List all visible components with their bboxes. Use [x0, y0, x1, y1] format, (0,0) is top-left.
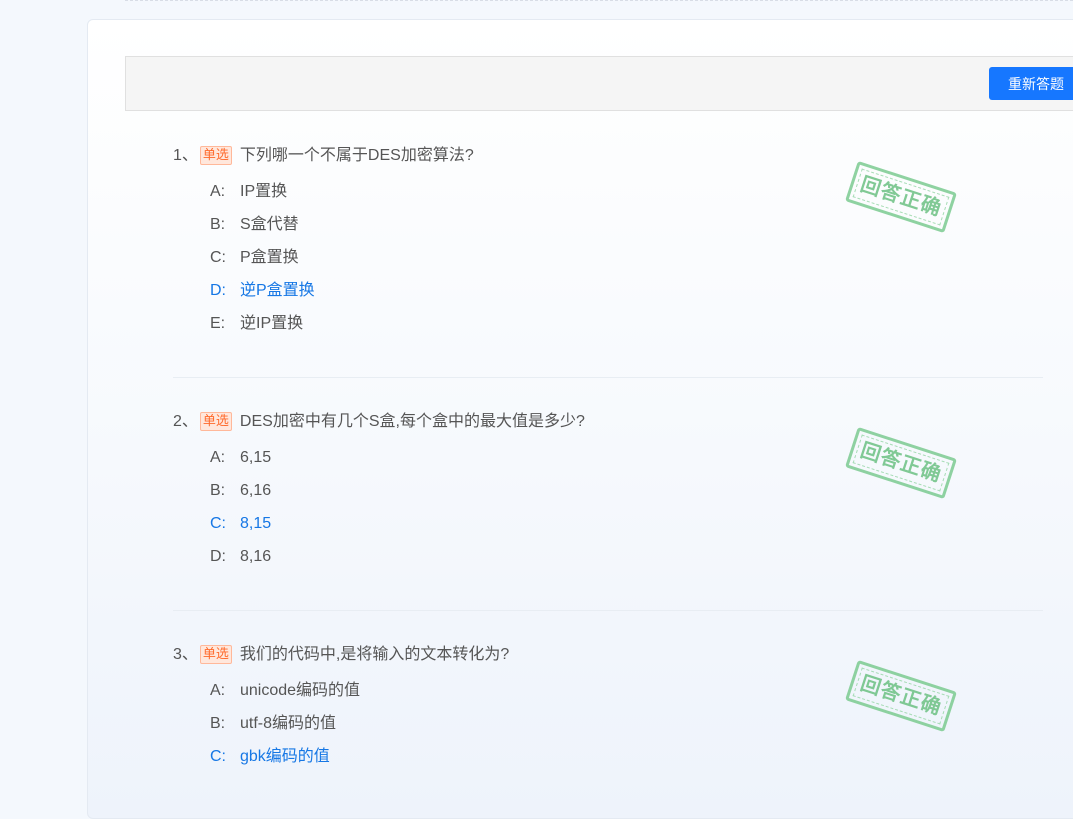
single-choice-tag: 单选: [199, 645, 232, 664]
option-text: 8,16: [240, 548, 272, 565]
option-letter: A:: [210, 682, 226, 699]
option-b[interactable]: B: 6,16: [210, 474, 271, 507]
option-letter: D:: [210, 282, 226, 299]
quiz-toolbar: [125, 56, 1073, 111]
redo-quiz-button[interactable]: 重新答题: [989, 67, 1073, 100]
option-d[interactable]: D: 8,16: [210, 540, 271, 573]
option-text: unicode编码的值: [240, 682, 361, 699]
option-text: 6,15: [240, 449, 272, 466]
question-divider: [173, 377, 1043, 378]
option-list: A: IP置换 B: S盒代替 C: P盒置换 D: 逆P盒置换 E: 逆IP置换: [210, 175, 315, 340]
question-title: 1、 单选 下列哪一个不属于DES加密算法?: [173, 145, 474, 167]
top-dashed-divider: [125, 0, 1073, 2]
option-text: 逆IP置换: [240, 315, 304, 332]
question-text: DES加密中有几个S盒,每个盒中的最大值是多少?: [239, 413, 585, 430]
question-number: 1、: [173, 147, 198, 164]
option-letter: B:: [210, 715, 226, 732]
option-e[interactable]: E: 逆IP置换: [210, 307, 315, 340]
question-divider: [173, 610, 1043, 611]
option-a[interactable]: A: unicode编码的值: [210, 674, 360, 707]
option-letter: C:: [210, 515, 226, 532]
question-number: 3、: [173, 646, 198, 663]
option-letter: B:: [210, 216, 226, 233]
option-c[interactable]: C: 8,15: [210, 507, 271, 540]
option-text: 逆P盒置换: [240, 282, 315, 299]
option-letter: A:: [210, 183, 226, 200]
option-letter: D:: [210, 548, 226, 565]
option-a[interactable]: A: IP置换: [210, 175, 315, 208]
option-c[interactable]: C: P盒置换: [210, 241, 315, 274]
option-text: 8,15: [240, 515, 272, 532]
question-text: 下列哪一个不属于DES加密算法?: [239, 147, 474, 164]
option-text: utf-8编码的值: [240, 715, 337, 732]
option-letter: A:: [210, 449, 226, 466]
option-d[interactable]: D: 逆P盒置换: [210, 274, 315, 307]
question-title: 3、 单选 我们的代码中,是将输入的文本转化为?: [173, 644, 509, 666]
option-c[interactable]: C: gbk编码的值: [210, 740, 360, 773]
question-number: 2、: [173, 413, 198, 430]
option-letter: B:: [210, 482, 226, 499]
option-letter: C:: [210, 249, 226, 266]
option-b[interactable]: B: utf-8编码的值: [210, 707, 360, 740]
option-text: 6,16: [240, 482, 272, 499]
option-letter: C:: [210, 748, 226, 765]
option-b[interactable]: B: S盒代替: [210, 208, 315, 241]
option-list: A: unicode编码的值 B: utf-8编码的值 C: gbk编码的值: [210, 674, 360, 773]
question-text: 我们的代码中,是将输入的文本转化为?: [239, 646, 510, 663]
option-text: P盒置换: [240, 249, 299, 266]
option-text: S盒代替: [240, 216, 299, 233]
option-list: A: 6,15 B: 6,16 C: 8,15 D: 8,16: [210, 441, 271, 573]
option-text: gbk编码的值: [240, 748, 330, 765]
single-choice-tag: 单选: [199, 412, 232, 431]
question-title: 2、 单选 DES加密中有几个S盒,每个盒中的最大值是多少?: [173, 411, 585, 433]
option-text: IP置换: [240, 183, 288, 200]
single-choice-tag: 单选: [199, 146, 232, 165]
option-letter: E:: [210, 315, 226, 332]
option-a[interactable]: A: 6,15: [210, 441, 271, 474]
